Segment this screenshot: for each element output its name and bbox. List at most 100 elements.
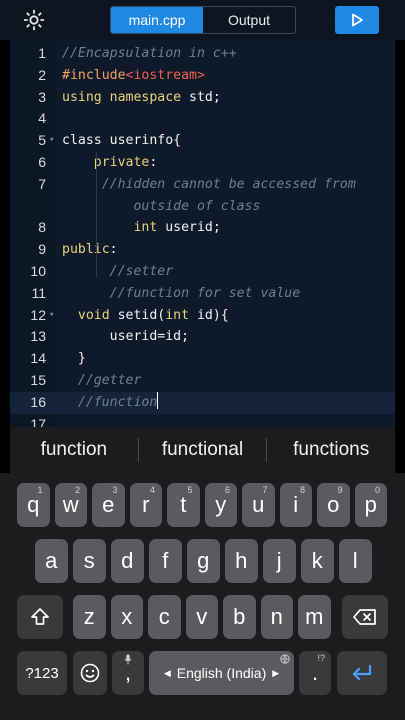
code-line[interactable]: 10 //setter	[10, 261, 395, 283]
key-f[interactable]: f	[149, 539, 182, 583]
space-bar-label: English (India)	[176, 665, 267, 681]
key-c[interactable]: c	[148, 595, 181, 639]
key-label: k	[311, 548, 323, 573]
key-y[interactable]: 6y	[204, 483, 237, 527]
space-bar[interactable]: ◀ English (India) ▶	[149, 651, 294, 695]
enter-key[interactable]	[337, 651, 387, 695]
key-n[interactable]: n	[260, 595, 293, 639]
suggestion-item[interactable]: functional	[139, 439, 267, 461]
code-line[interactable]: 1 //Encapsulation in c++	[10, 43, 395, 65]
code-line[interactable]: 6 private:	[10, 152, 395, 174]
key-alt-label: 4	[149, 485, 155, 495]
run-button[interactable]	[335, 6, 379, 34]
key-z[interactable]: z	[73, 595, 106, 639]
code-line[interactable]: 14 }	[10, 348, 395, 370]
key-a[interactable]: a	[35, 539, 68, 583]
key-j[interactable]: j	[263, 539, 296, 583]
code-text: }	[62, 348, 86, 370]
code-text: //function for set value	[62, 283, 301, 305]
code-line[interactable]: 12 ▾ void setid(int id){	[10, 305, 395, 327]
code-editor[interactable]: 1 //Encapsulation in c++ 2 #include<iostrea…	[10, 40, 395, 427]
key-d[interactable]: d	[111, 539, 144, 583]
code-text: #include<iostream>	[62, 65, 205, 87]
key-alt-label: 0	[374, 485, 380, 495]
key-l[interactable]: l	[339, 539, 372, 583]
key-label: e	[102, 492, 115, 517]
code-line[interactable]: 17	[10, 414, 395, 427]
indent-guide	[96, 218, 97, 278]
fold-chevron-icon[interactable]: ▾	[49, 305, 54, 327]
backspace-icon	[353, 609, 376, 625]
key-i[interactable]: 8i	[279, 483, 312, 527]
comma-key[interactable]: ,	[112, 651, 144, 695]
key-w[interactable]: 2w	[54, 483, 87, 527]
code-token: //function	[62, 394, 158, 410]
code-line[interactable]: 16 //function	[10, 391, 395, 414]
key-s[interactable]: s	[73, 539, 106, 583]
line-number: 8	[38, 219, 46, 236]
suggestion-item[interactable]: function	[10, 439, 138, 461]
key-m[interactable]: m	[298, 595, 331, 639]
line-number: 12	[30, 306, 46, 323]
key-label: f	[162, 548, 169, 573]
code-line[interactable]: outside of class	[10, 196, 395, 218]
shift-icon	[31, 608, 49, 625]
key-label: y	[215, 492, 227, 517]
key-r[interactable]: 4r	[129, 483, 162, 527]
key-b[interactable]: b	[223, 595, 256, 639]
key-label: z	[83, 604, 95, 629]
code-text: //function	[62, 391, 159, 414]
emoji-key[interactable]	[73, 651, 107, 695]
key-x[interactable]: x	[110, 595, 143, 639]
key-o[interactable]: 9o	[317, 483, 350, 527]
code-token: <iostream>	[125, 67, 205, 83]
key-p[interactable]: 0p	[354, 483, 387, 527]
code-text: //getter	[62, 370, 142, 392]
code-text: class userinfo{	[62, 130, 181, 152]
code-line[interactable]: 5 ▾ class userinfo{	[10, 130, 395, 152]
key-label: x	[121, 604, 133, 629]
code-line[interactable]: 11 //function for set value	[10, 283, 395, 305]
tab-output[interactable]: Output	[203, 7, 295, 33]
tab-main-cpp[interactable]: main.cpp	[111, 7, 203, 33]
key-h[interactable]: h	[225, 539, 258, 583]
key-g[interactable]: g	[187, 539, 220, 583]
code-line[interactable]: 15 //getter	[10, 370, 395, 392]
code-text: userid=id;	[62, 326, 189, 348]
code-line[interactable]: 4	[10, 108, 395, 130]
symbols-key[interactable]: ?123	[17, 651, 67, 695]
key-e[interactable]: 3e	[92, 483, 125, 527]
settings-button[interactable]	[20, 6, 48, 34]
key-q[interactable]: 1q	[17, 483, 50, 527]
emoji-icon	[80, 663, 100, 683]
period-label: .	[311, 660, 319, 685]
line-number: 7	[38, 175, 46, 192]
code-line[interactable]: 3 using namespace std;	[10, 87, 395, 109]
code-token: std;	[181, 89, 221, 105]
globe-icon	[280, 654, 290, 664]
key-label: n	[270, 604, 283, 629]
period-key[interactable]: !? .	[299, 651, 331, 695]
key-u[interactable]: 7u	[242, 483, 275, 527]
key-alt-label: 1	[37, 485, 43, 495]
key-label: q	[27, 492, 40, 517]
key-label: i	[293, 492, 299, 517]
key-label: j	[276, 548, 282, 573]
key-label: w	[62, 492, 79, 517]
key-t[interactable]: 5t	[167, 483, 200, 527]
code-text: //setter	[62, 261, 174, 283]
code-line[interactable]: 8 int userid;	[10, 217, 395, 239]
key-alt-label: 3	[112, 485, 118, 495]
key-label: u	[252, 492, 265, 517]
fold-chevron-icon[interactable]: ▾	[49, 130, 54, 152]
shift-key[interactable]	[17, 595, 63, 639]
suggestion-item[interactable]: functions	[267, 439, 395, 461]
code-line[interactable]: 13 userid=id;	[10, 326, 395, 348]
code-line[interactable]: 2 #include<iostream>	[10, 65, 395, 87]
key-v[interactable]: v	[185, 595, 218, 639]
code-line[interactable]: 9 public:	[10, 239, 395, 261]
code-token: userid=id;	[62, 329, 190, 345]
backspace-key[interactable]	[342, 595, 388, 639]
key-k[interactable]: k	[301, 539, 334, 583]
code-line[interactable]: 7 //hidden cannot be accessed from	[10, 174, 395, 196]
